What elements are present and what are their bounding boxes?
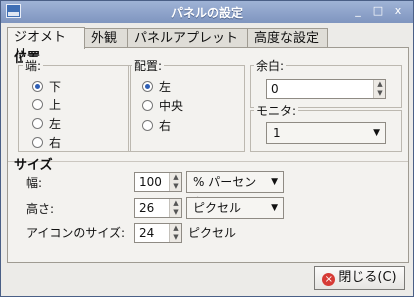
height-label: 高さ: bbox=[26, 202, 55, 216]
edge-option-right[interactable]: 右 bbox=[32, 135, 61, 151]
margin-label: 余白: bbox=[254, 57, 287, 74]
height-unit-value: ピクセル bbox=[193, 201, 242, 215]
close-icon: × bbox=[322, 273, 336, 286]
radio-checked-icon[interactable] bbox=[32, 81, 43, 92]
chevron-down-icon: ▼ bbox=[271, 203, 278, 213]
tab-geometry[interactable]: ジオメトリ bbox=[7, 27, 85, 62]
alignment-option-right[interactable]: 右 bbox=[142, 118, 171, 134]
edge-option-left[interactable]: 左 bbox=[32, 116, 61, 132]
monitor-dropdown[interactable]: 1 ▼ bbox=[266, 122, 386, 144]
radio-checked-icon[interactable] bbox=[142, 81, 153, 92]
alignment-option-center[interactable]: 中央 bbox=[142, 98, 183, 114]
alignment-option-left[interactable]: 左 bbox=[142, 79, 171, 95]
width-spinbox[interactable]: 100 ▲ ▼ bbox=[134, 172, 182, 192]
tab-bar: ジオメトリ 外観 パネルアプレット 高度な設定 bbox=[7, 27, 409, 62]
margin-spin-buttons[interactable]: ▲ ▼ bbox=[373, 80, 385, 98]
width-spin-buttons[interactable]: ▲ ▼ bbox=[169, 173, 181, 191]
chevron-down-icon: ▼ bbox=[271, 177, 278, 187]
spin-down-icon[interactable]: ▼ bbox=[172, 208, 180, 216]
margin-spinbox[interactable]: 0 ▲ ▼ bbox=[266, 79, 386, 99]
edge-option-bottom[interactable]: 下 bbox=[32, 79, 61, 95]
icon-size-unit: ピクセル bbox=[188, 226, 237, 240]
geometry-panel: 位置 端: 下 上 左 右 配置: 左 中央 右 余白: 0 bbox=[7, 47, 409, 263]
radio-icon[interactable] bbox=[32, 137, 43, 148]
monitor-label: モニタ: bbox=[254, 102, 299, 119]
close-button-label: 閉じる(C) bbox=[338, 270, 397, 285]
spin-up-icon[interactable]: ▲ bbox=[172, 199, 180, 207]
height-value: 26 bbox=[139, 201, 155, 215]
icon-size-value: 24 bbox=[139, 226, 155, 240]
maximize-button[interactable]: □ bbox=[371, 4, 385, 18]
chevron-down-icon: ▼ bbox=[373, 128, 380, 138]
spin-down-icon[interactable]: ▼ bbox=[172, 182, 180, 190]
tab-appearance[interactable]: 外観 bbox=[84, 28, 128, 48]
alignment-label: 配置: bbox=[132, 57, 165, 74]
size-section-title: サイズ bbox=[14, 158, 53, 173]
height-spinbox[interactable]: 26 ▲ ▼ bbox=[134, 198, 182, 218]
height-unit-dropdown[interactable]: ピクセル ▼ bbox=[186, 197, 284, 219]
spin-up-icon[interactable]: ▲ bbox=[172, 224, 180, 232]
height-spin-buttons[interactable]: ▲ ▼ bbox=[169, 199, 181, 217]
close-button[interactable]: × 閉じる(C) bbox=[314, 266, 405, 290]
title-bar[interactable]: パネルの設定 _ □ x bbox=[1, 1, 413, 23]
radio-icon[interactable] bbox=[142, 100, 153, 111]
icon-size-spin-buttons[interactable]: ▲ ▼ bbox=[169, 224, 181, 242]
radio-icon[interactable] bbox=[142, 120, 153, 131]
icon-size-label: アイコンのサイズ: bbox=[26, 226, 126, 240]
minimize-button[interactable]: _ bbox=[351, 4, 365, 18]
monitor-selected-value: 1 bbox=[273, 126, 281, 140]
panel-settings-window: パネルの設定 _ □ x ジオメトリ 外観 パネルアプレット 高度な設定 位置 … bbox=[0, 0, 414, 297]
margin-value: 0 bbox=[271, 82, 279, 96]
radio-icon[interactable] bbox=[32, 99, 43, 110]
width-unit-dropdown[interactable]: % パーセント ▼ bbox=[186, 171, 284, 209]
spin-up-icon[interactable]: ▲ bbox=[172, 173, 180, 181]
icon-size-spinbox[interactable]: 24 ▲ ▼ bbox=[134, 223, 182, 243]
section-divider bbox=[8, 161, 408, 162]
spin-down-icon[interactable]: ▼ bbox=[376, 89, 384, 97]
radio-icon[interactable] bbox=[32, 118, 43, 129]
tab-advanced[interactable]: 高度な設定 bbox=[247, 28, 328, 48]
width-label: 幅: bbox=[26, 176, 43, 190]
spin-down-icon[interactable]: ▼ bbox=[172, 233, 180, 241]
spin-up-icon[interactable]: ▲ bbox=[376, 80, 384, 88]
tab-panel-applets[interactable]: パネルアプレット bbox=[127, 28, 248, 48]
close-window-button[interactable]: x bbox=[391, 4, 405, 18]
width-value: 100 bbox=[139, 175, 162, 189]
edge-option-top[interactable]: 上 bbox=[32, 97, 61, 113]
